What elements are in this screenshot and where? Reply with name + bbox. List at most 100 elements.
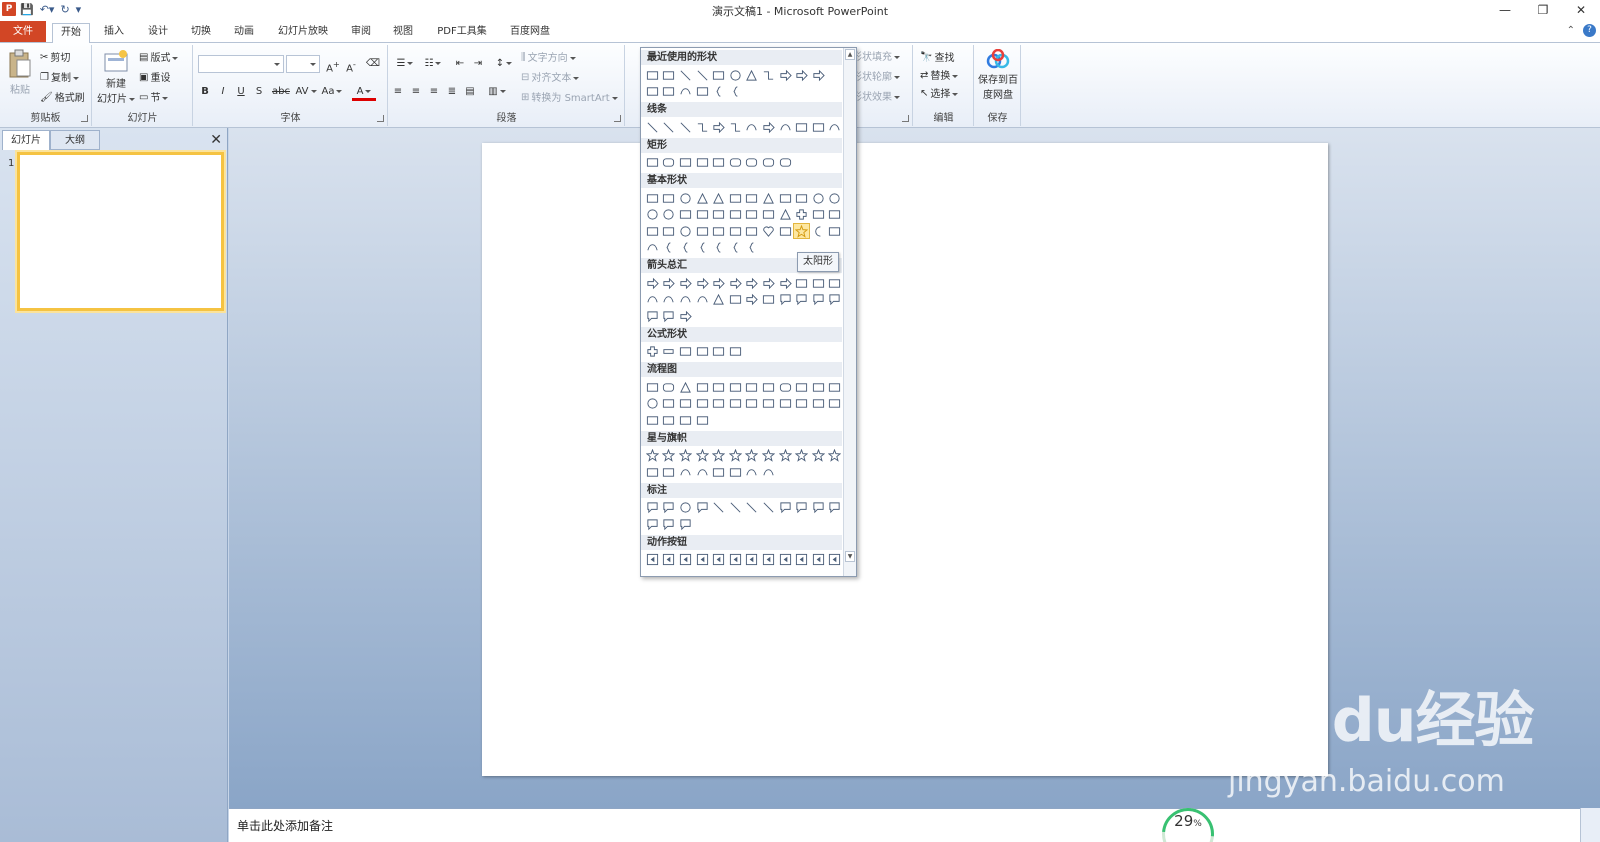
brace-right-shape-icon[interactable] (727, 84, 744, 100)
circle-8-shape-icon[interactable] (827, 190, 844, 206)
decision-shape-icon[interactable] (677, 379, 694, 395)
magnetic-disk-shape-icon[interactable] (661, 412, 678, 428)
callout-up-shape-icon[interactable] (827, 292, 844, 308)
elbow-double-shape-icon[interactable] (727, 119, 744, 135)
line-shape-icon[interactable] (644, 119, 661, 135)
stored-data-shape-icon[interactable] (810, 396, 827, 412)
accent-callout4-shape-icon[interactable] (827, 500, 844, 516)
curved-ribbon-down-shape-icon[interactable] (694, 464, 711, 480)
not-equal-shape-icon[interactable] (727, 344, 744, 360)
cube-shape-icon[interactable] (644, 223, 661, 239)
double-arrow-line-shape-icon[interactable] (677, 119, 694, 135)
round2-shape-icon[interactable] (760, 155, 777, 171)
bent-up-shape-icon[interactable] (827, 275, 844, 291)
font-name-combo[interactable] (198, 55, 284, 73)
star32-shape-icon[interactable] (827, 448, 844, 464)
merge-shape-icon[interactable] (793, 396, 810, 412)
bevel-shape-icon[interactable] (661, 223, 678, 239)
tab-outline-pane[interactable]: 大纲 (50, 130, 100, 150)
chord-shape-icon[interactable] (694, 207, 711, 223)
line-callout1-shape-icon[interactable] (710, 500, 727, 516)
shape-outline-button[interactable]: 形状轮廓 (852, 69, 900, 87)
star12-shape-icon[interactable] (777, 448, 794, 464)
star7-shape-icon[interactable] (727, 448, 744, 464)
find-button[interactable]: 🔭 查找 (920, 49, 954, 67)
minus-shape-icon[interactable] (661, 344, 678, 360)
preparation-shape-icon[interactable] (793, 379, 810, 395)
paragraph-launcher-icon[interactable] (614, 115, 621, 122)
save-to-baidu-button[interactable]: 保存到百 度网盘 (975, 49, 1021, 101)
border-callout2-shape-icon[interactable] (661, 516, 678, 532)
action-sound-shape-icon[interactable] (793, 552, 810, 568)
rect-text-shape-icon[interactable] (661, 190, 678, 206)
circle-12-shape-icon[interactable] (661, 207, 678, 223)
action-forward-shape-icon[interactable] (661, 552, 678, 568)
tab-slides-pane[interactable]: 幻灯片 (2, 130, 50, 150)
curve-arrow-shape-icon[interactable] (760, 119, 777, 135)
distribute-icon[interactable]: ▤ (461, 83, 479, 101)
text-direction-button[interactable]: ⫼ 文字方向 (521, 49, 576, 67)
tab-slideshow[interactable]: 幻灯片放映 (270, 23, 336, 43)
diag-stripe-shape-icon[interactable] (777, 207, 794, 223)
summing-shape-icon[interactable] (710, 396, 727, 412)
close-button[interactable]: ✕ (1562, 0, 1600, 20)
border-callout1-shape-icon[interactable] (644, 516, 661, 532)
data-shape-icon[interactable] (694, 379, 711, 395)
extract-shape-icon[interactable] (777, 396, 794, 412)
curve-shape-icon[interactable] (744, 119, 761, 135)
drawing-launcher-icon[interactable] (902, 115, 909, 122)
close-pane-icon[interactable]: ✕ (210, 130, 222, 150)
shrink-font-icon[interactable]: A- (342, 55, 360, 74)
curve-s-shape-icon[interactable] (677, 84, 694, 100)
arrow-right-shape-icon[interactable] (793, 67, 810, 83)
callout-oval-shape-icon[interactable] (677, 500, 694, 516)
action-help-shape-icon[interactable] (810, 552, 827, 568)
internal-storage-shape-icon[interactable] (727, 379, 744, 395)
lightning-shape-icon[interactable] (777, 223, 794, 239)
multidoc-shape-icon[interactable] (760, 379, 777, 395)
line-diag-shape-icon[interactable] (694, 67, 711, 83)
pentagon-irregular-shape-icon[interactable] (644, 84, 661, 100)
strikethrough-button[interactable]: abc (270, 83, 292, 101)
shape-effects-button[interactable]: 形状效果 (852, 89, 900, 107)
action-end-shape-icon[interactable] (694, 552, 711, 568)
callout-right-shape-icon[interactable] (777, 292, 794, 308)
clear-format-icon[interactable]: ⌫ (364, 55, 382, 73)
offpage-shape-icon[interactable] (661, 396, 678, 412)
brace-right-shape-icon[interactable] (744, 240, 761, 256)
notched-right-shape-icon[interactable] (727, 292, 744, 308)
arrow-lru-shape-icon[interactable] (760, 275, 777, 291)
round-rect-shape-icon[interactable] (661, 155, 678, 171)
rect-text-shape-icon[interactable] (661, 67, 678, 83)
explosion2-shape-icon[interactable] (661, 448, 678, 464)
document-shape-icon[interactable] (744, 379, 761, 395)
hexagon-shape-icon[interactable] (793, 190, 810, 206)
justify-icon[interactable]: ≣ (443, 83, 461, 101)
circle-10-shape-icon[interactable] (644, 207, 661, 223)
scroll-horizontal-shape-icon[interactable] (727, 464, 744, 480)
chevron-shape-icon[interactable] (760, 292, 777, 308)
card-shape-icon[interactable] (677, 396, 694, 412)
action-back-shape-icon[interactable] (644, 552, 661, 568)
predefined-shape-icon[interactable] (710, 379, 727, 395)
reset-button[interactable]: ▣ 重设 (139, 69, 170, 87)
brace-left-shape-icon[interactable] (710, 84, 727, 100)
select-button[interactable]: ↖ 选择 (920, 85, 959, 103)
delay-shape-icon[interactable] (827, 396, 844, 412)
align-left-icon[interactable]: ≡ (389, 83, 407, 101)
align-right-icon[interactable]: ≡ (425, 83, 443, 101)
format-painter-button[interactable]: 🖌 格式刷 (40, 89, 85, 107)
underline-button[interactable]: U (232, 83, 250, 101)
tab-pdf-tools[interactable]: PDF工具集 (430, 23, 494, 43)
divide-shape-icon[interactable] (694, 344, 711, 360)
line-callout3-shape-icon[interactable] (744, 500, 761, 516)
help-icon[interactable]: ? (1583, 24, 1596, 37)
accent-callout2-shape-icon[interactable] (793, 500, 810, 516)
elbow-shape-icon[interactable] (694, 119, 711, 135)
callout-down-shape-icon[interactable] (793, 292, 810, 308)
action-begin-shape-icon[interactable] (677, 552, 694, 568)
arrow-line-shape-icon[interactable] (661, 119, 678, 135)
shape-fill-button[interactable]: 形状填充 (852, 49, 900, 67)
snip-diag-shape-icon[interactable] (710, 155, 727, 171)
star10-shape-icon[interactable] (760, 448, 777, 464)
